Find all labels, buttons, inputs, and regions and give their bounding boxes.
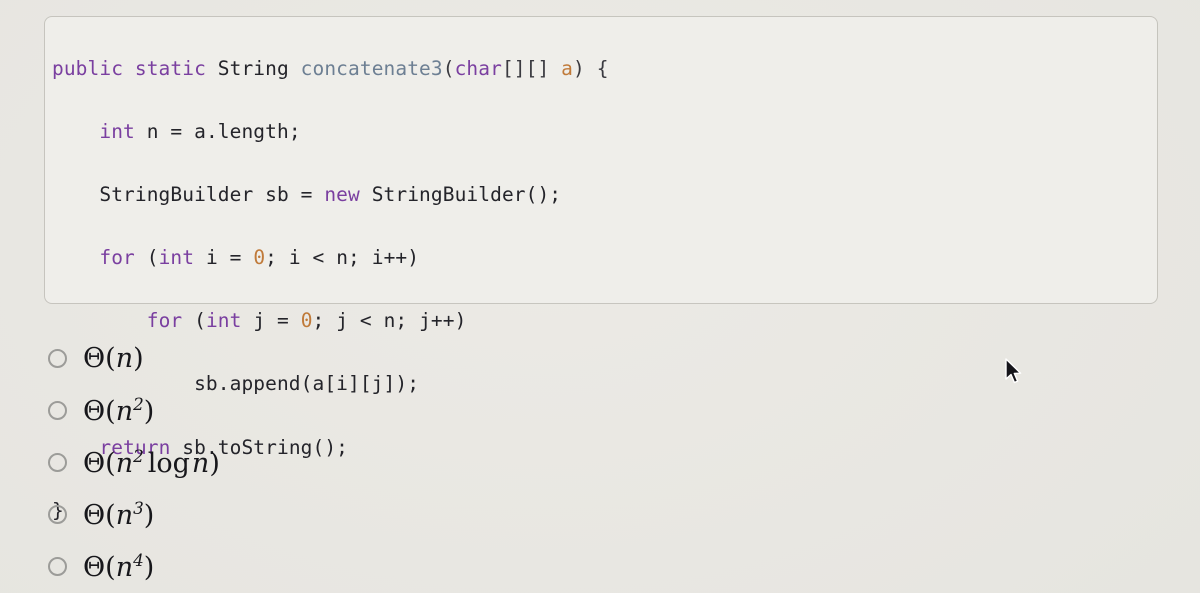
radio-button-icon[interactable] [48, 400, 67, 420]
code-token: ( [442, 56, 455, 80]
code-line: public static String concatenate3(char[]… [52, 53, 609, 85]
code-token: char [454, 56, 502, 80]
answer-option-4[interactable]: Θ(n3) [48, 488, 220, 540]
code-token: String [217, 56, 301, 80]
answer-option-5[interactable]: Θ(n4) [48, 540, 220, 592]
code-token: i = [194, 246, 254, 270]
answer-option-label: Θ(n2) [83, 393, 155, 427]
code-token: int [99, 119, 135, 143]
code-token: StringBuilder(); [359, 182, 562, 206]
answer-option-label: Θ(n4) [83, 549, 155, 583]
code-token: int [205, 309, 242, 333]
code-token: for [99, 246, 135, 270]
code-line: StringBuilder sb = new StringBuilder(); [52, 179, 609, 211]
code-token: concatenate3 [300, 56, 443, 80]
code-token: [][] [501, 56, 562, 80]
code-token: a [561, 56, 574, 80]
code-token: j = [241, 309, 301, 333]
code-token: ; i < n; i++) [265, 246, 420, 270]
code-token: ( [182, 309, 206, 333]
answer-option-label: Θ(n3) [83, 497, 155, 531]
code-token: StringBuilder sb = [52, 182, 325, 206]
code-token: 0 [253, 246, 266, 270]
code-token: 0 [300, 309, 313, 333]
code-line: for (int i = 0; i < n; i++) [52, 242, 609, 274]
code-token: ) { [573, 56, 609, 80]
radio-button-icon[interactable] [48, 504, 67, 524]
radio-button-icon[interactable] [48, 452, 67, 472]
answer-option-3[interactable]: Θ(n2 logn) [48, 436, 220, 488]
code-line: int n = a.length; [52, 116, 609, 148]
radio-button-icon[interactable] [48, 556, 67, 576]
answer-options-list: Θ(n) Θ(n2) Θ(n2 logn) Θ(n3) Θ(n4) [48, 332, 220, 592]
code-token: ( [134, 246, 159, 270]
answer-option-label: Θ(n) [83, 342, 144, 374]
code-token: ; j < n; j++) [312, 309, 467, 333]
code-token: new [324, 182, 360, 206]
answer-option-1[interactable]: Θ(n) [48, 332, 220, 384]
answer-option-label: Θ(n2 logn) [83, 445, 220, 479]
code-token: int [158, 246, 195, 270]
answer-option-2[interactable]: Θ(n2) [48, 384, 220, 436]
code-token: public static [52, 56, 218, 80]
code-token: for [146, 309, 183, 333]
code-token: n = a.length; [134, 119, 301, 143]
radio-button-icon[interactable] [48, 348, 67, 368]
